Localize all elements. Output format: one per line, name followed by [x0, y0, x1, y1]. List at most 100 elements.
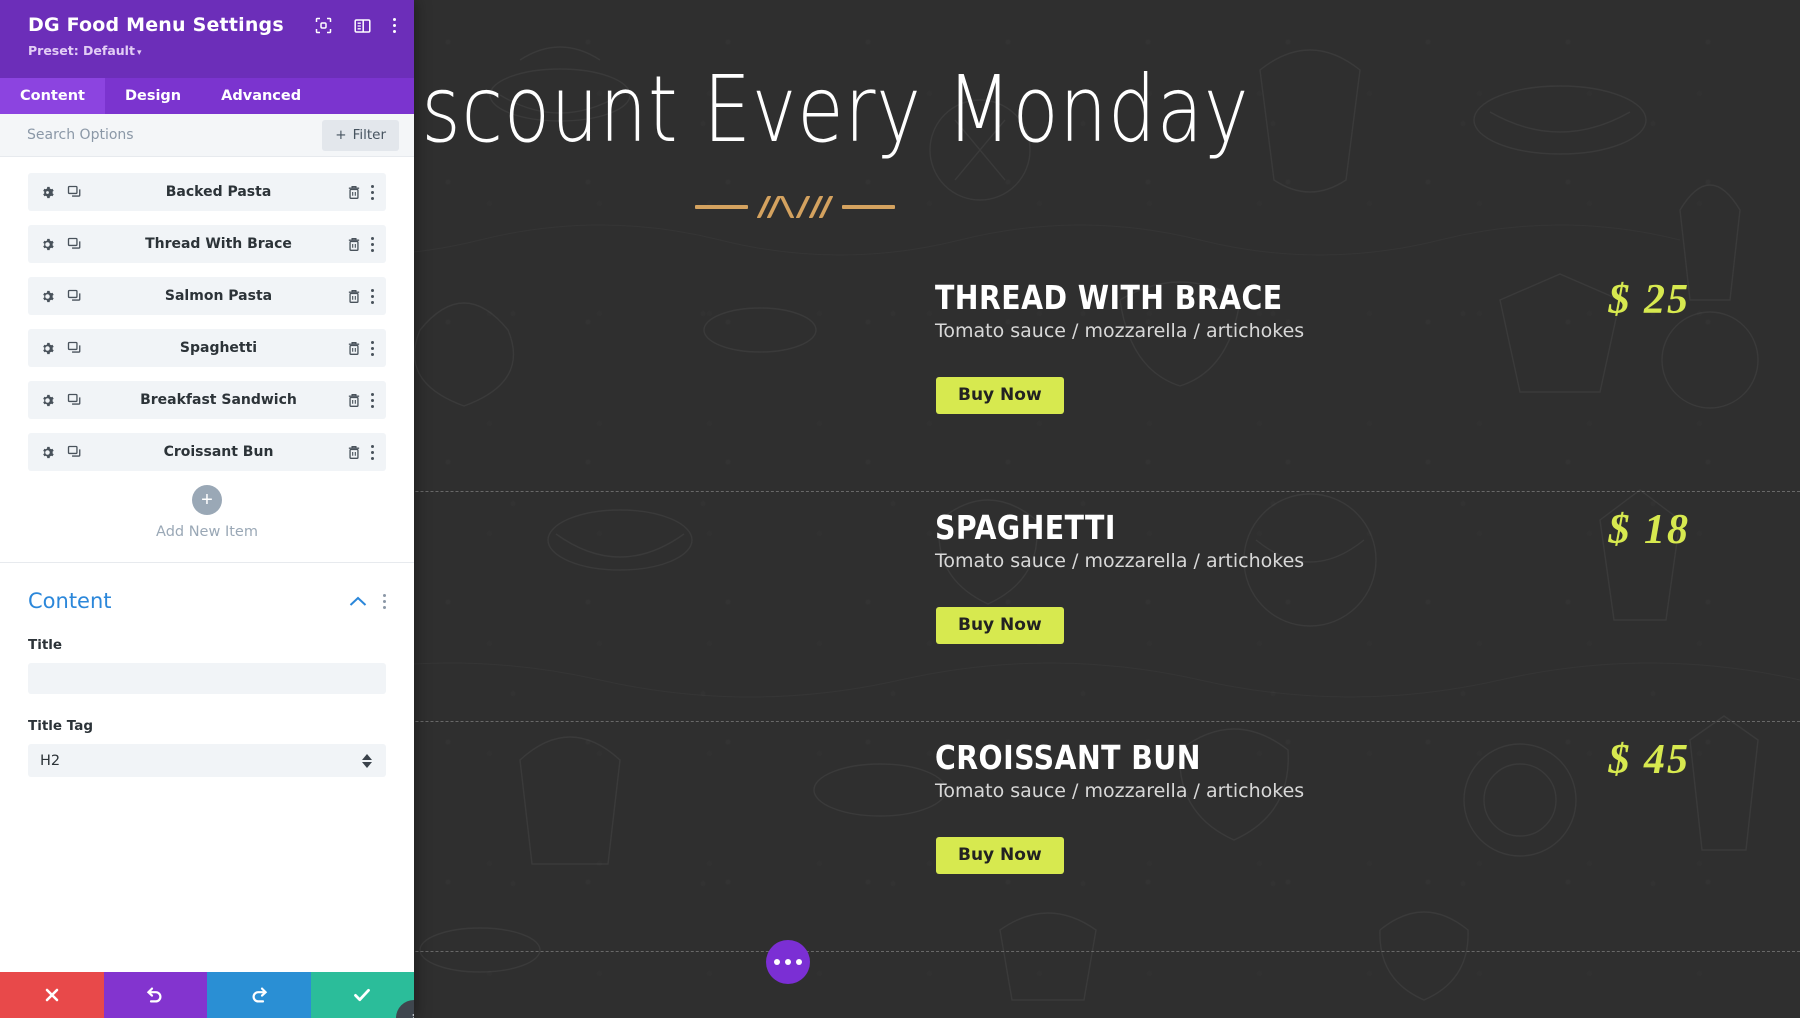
tab-content[interactable]: Content — [0, 78, 105, 114]
dot — [393, 18, 396, 21]
dot — [371, 294, 374, 298]
buy-now-button[interactable]: Buy Now — [936, 607, 1064, 644]
gear-icon[interactable] — [40, 237, 55, 252]
duplicate-icon[interactable] — [67, 393, 82, 408]
section-more-icon[interactable] — [383, 593, 386, 609]
list-item-more-icon[interactable] — [371, 236, 374, 252]
chevron-down-icon: ▾ — [136, 48, 142, 58]
dot — [371, 242, 374, 246]
gear-icon[interactable] — [40, 341, 55, 356]
dot — [371, 392, 374, 396]
gear-icon[interactable] — [40, 393, 55, 408]
list-item[interactable]: Salmon Pasta — [28, 277, 386, 315]
panel-header: DG Food Menu Settings Preset: Default ▾ — [0, 0, 414, 78]
add-new-item-button[interactable]: + Add New Item — [28, 485, 386, 562]
dot — [796, 959, 802, 965]
tab-design[interactable]: Design — [105, 78, 201, 114]
title-tag-select[interactable]: H2 — [28, 744, 386, 777]
dot — [371, 456, 374, 460]
trash-icon[interactable] — [347, 289, 361, 304]
trash-icon[interactable] — [347, 341, 361, 356]
title-field-label: Title — [28, 637, 63, 653]
list-item[interactable]: Breakfast Sandwich — [28, 381, 386, 419]
gear-icon[interactable] — [40, 185, 55, 200]
trash-icon[interactable] — [347, 185, 361, 200]
duplicate-icon[interactable] — [67, 185, 82, 200]
buy-now-button[interactable]: Buy Now — [936, 837, 1064, 874]
plus-icon: + — [192, 485, 222, 515]
more-options-icon[interactable] — [393, 18, 396, 33]
title-tag-field-label: Title Tag — [28, 718, 94, 734]
dot — [371, 398, 374, 402]
trash-icon[interactable] — [347, 445, 361, 460]
gear-icon[interactable] — [40, 289, 55, 304]
duplicate-icon[interactable] — [67, 237, 82, 252]
dot — [371, 346, 374, 350]
panel-layout-icon[interactable] — [354, 18, 371, 34]
duplicate-icon[interactable] — [67, 289, 82, 304]
section-header-icons — [349, 593, 386, 609]
dot — [371, 352, 374, 356]
dot — [371, 190, 374, 194]
menu-item-price: $ 45 — [1608, 737, 1690, 783]
menu-item-price: $ 18 — [1608, 507, 1690, 553]
panel-body: Backed Pasta Thread With Brace Salmon Pa… — [0, 157, 414, 972]
dot — [393, 30, 396, 33]
menu-item-description: Tomato sauce / mozzarella / artichokes — [935, 320, 1305, 342]
undo-button[interactable] — [103, 972, 207, 1018]
plus-icon: + — [335, 127, 347, 143]
dot — [371, 236, 374, 240]
duplicate-icon[interactable] — [67, 341, 82, 356]
gear-icon[interactable] — [40, 445, 55, 460]
filter-button[interactable]: + Filter — [322, 119, 399, 151]
ornament-chevron-icon — [782, 196, 808, 218]
panel-preset-label: Preset: Default — [28, 43, 135, 58]
module-settings-panel: DG Food Menu Settings Preset: Default▾ — [0, 0, 414, 1018]
trash-icon[interactable] — [347, 237, 361, 252]
dot — [371, 300, 374, 304]
list-item-more-icon[interactable] — [371, 444, 374, 460]
cancel-button[interactable] — [0, 972, 104, 1018]
dot — [774, 959, 780, 965]
list-item-more-icon[interactable] — [371, 392, 374, 408]
dot — [393, 24, 396, 27]
duplicate-icon[interactable] — [67, 445, 82, 460]
panel-action-bar — [0, 972, 414, 1018]
search-bar: + Filter — [0, 114, 414, 157]
module-more-options-button[interactable] — [766, 940, 810, 984]
dot — [785, 959, 791, 965]
list-item[interactable]: Thread With Brace — [28, 225, 386, 263]
list-item[interactable]: Backed Pasta — [28, 173, 386, 211]
title-input[interactable] — [28, 663, 386, 694]
dot — [371, 184, 374, 188]
panel-header-icons — [315, 17, 396, 34]
tab-advanced[interactable]: Advanced — [201, 78, 321, 114]
panel-preset-selector[interactable]: Preset: Default ▾ — [28, 43, 396, 58]
trash-icon[interactable] — [347, 393, 361, 408]
list-item[interactable]: Croissant Bun — [28, 433, 386, 471]
buy-now-button[interactable]: Buy Now — [936, 377, 1064, 414]
chevron-up-icon[interactable] — [349, 596, 367, 607]
menu-item-title: Croissant Bun — [935, 738, 1201, 777]
list-item[interactable]: Spaghetti — [28, 329, 386, 367]
list-item-more-icon[interactable] — [371, 340, 374, 356]
panel-tabs: Content Design Advanced — [0, 78, 414, 114]
list-item-label: Croissant Bun — [163, 444, 274, 460]
dot — [371, 288, 374, 292]
redo-button[interactable] — [207, 972, 311, 1018]
list-item-more-icon[interactable] — [371, 184, 374, 200]
dot — [371, 404, 374, 408]
child-items-list: Backed Pasta Thread With Brace Salmon Pa… — [0, 157, 414, 562]
divider-line-left — [695, 205, 748, 209]
search-input[interactable] — [0, 127, 323, 143]
dot — [383, 593, 386, 597]
filter-button-label: Filter — [352, 127, 386, 143]
focus-target-icon[interactable] — [315, 17, 332, 34]
menu-item-title: Thread With Brace — [935, 278, 1283, 317]
section-title: Content — [28, 589, 112, 613]
dot — [371, 248, 374, 252]
divider-line-right — [842, 205, 895, 209]
dot — [371, 340, 374, 344]
list-item-more-icon[interactable] — [371, 288, 374, 304]
menu-item-description: Tomato sauce / mozzarella / artichokes — [935, 550, 1305, 572]
